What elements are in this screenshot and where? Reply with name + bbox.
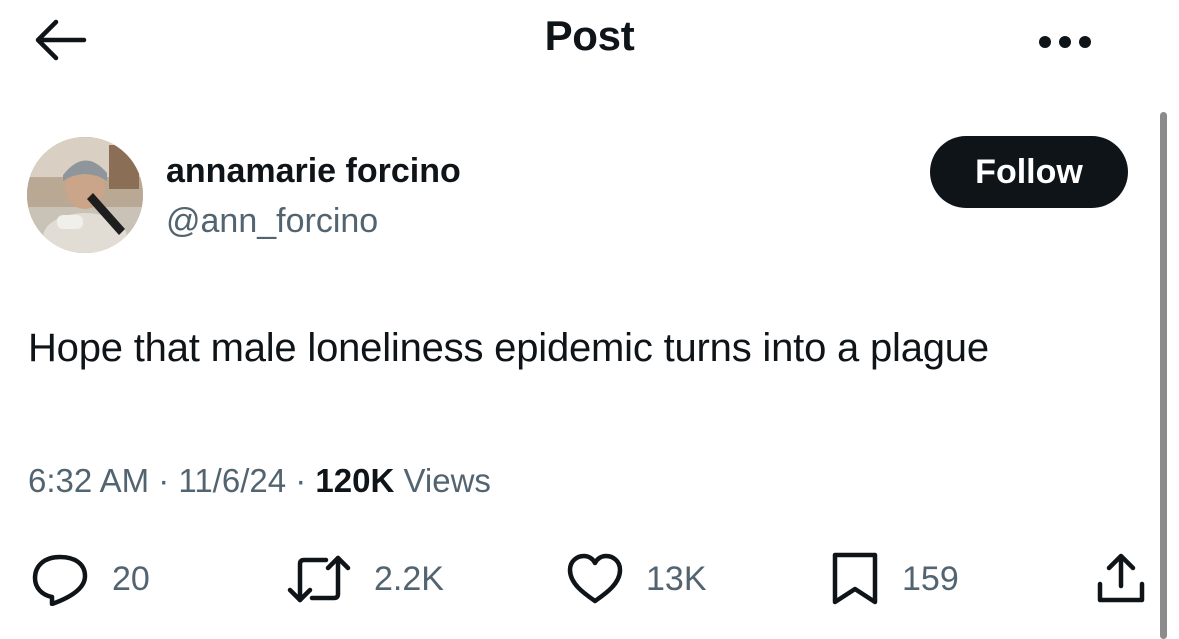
bookmark-count: 159 bbox=[902, 559, 959, 598]
post-text: Hope that male loneliness epidemic turns… bbox=[28, 326, 989, 370]
more-horizontal-icon bbox=[1035, 34, 1095, 50]
author-handle[interactable]: @ann_forcino bbox=[166, 202, 378, 241]
bookmark-button[interactable]: 159 bbox=[830, 552, 959, 606]
repost-icon bbox=[286, 552, 352, 606]
share-button[interactable] bbox=[1096, 552, 1146, 606]
avatar-photo bbox=[27, 137, 143, 253]
top-bar: Post bbox=[0, 0, 1179, 90]
reply-count: 20 bbox=[112, 559, 150, 598]
heart-icon bbox=[566, 552, 624, 606]
share-icon bbox=[1096, 552, 1146, 606]
post-date[interactable]: 11/6/24 bbox=[178, 462, 286, 499]
like-button[interactable]: 13K bbox=[566, 552, 707, 606]
like-count: 13K bbox=[646, 559, 707, 598]
page-title: Post bbox=[544, 12, 635, 59]
meta-separator: · bbox=[158, 462, 170, 499]
reply-icon bbox=[30, 552, 90, 606]
reply-button[interactable]: 20 bbox=[30, 552, 150, 606]
post-time[interactable]: 6:32 AM bbox=[28, 462, 149, 499]
repost-count: 2.2K bbox=[374, 559, 444, 598]
views-label: Views bbox=[403, 462, 491, 499]
views-count: 120K bbox=[315, 462, 395, 499]
repost-button[interactable]: 2.2K bbox=[286, 552, 444, 606]
meta-separator: · bbox=[295, 462, 307, 499]
scrollbar[interactable] bbox=[1160, 112, 1167, 639]
follow-button[interactable]: Follow bbox=[930, 136, 1128, 208]
more-options-button[interactable] bbox=[1030, 24, 1100, 60]
author-name[interactable]: annamarie forcino bbox=[166, 152, 461, 191]
avatar[interactable] bbox=[27, 137, 143, 253]
post-meta: 6:32 AM · 11/6/24 · 120K Views bbox=[28, 462, 491, 500]
bookmark-icon bbox=[830, 552, 880, 606]
